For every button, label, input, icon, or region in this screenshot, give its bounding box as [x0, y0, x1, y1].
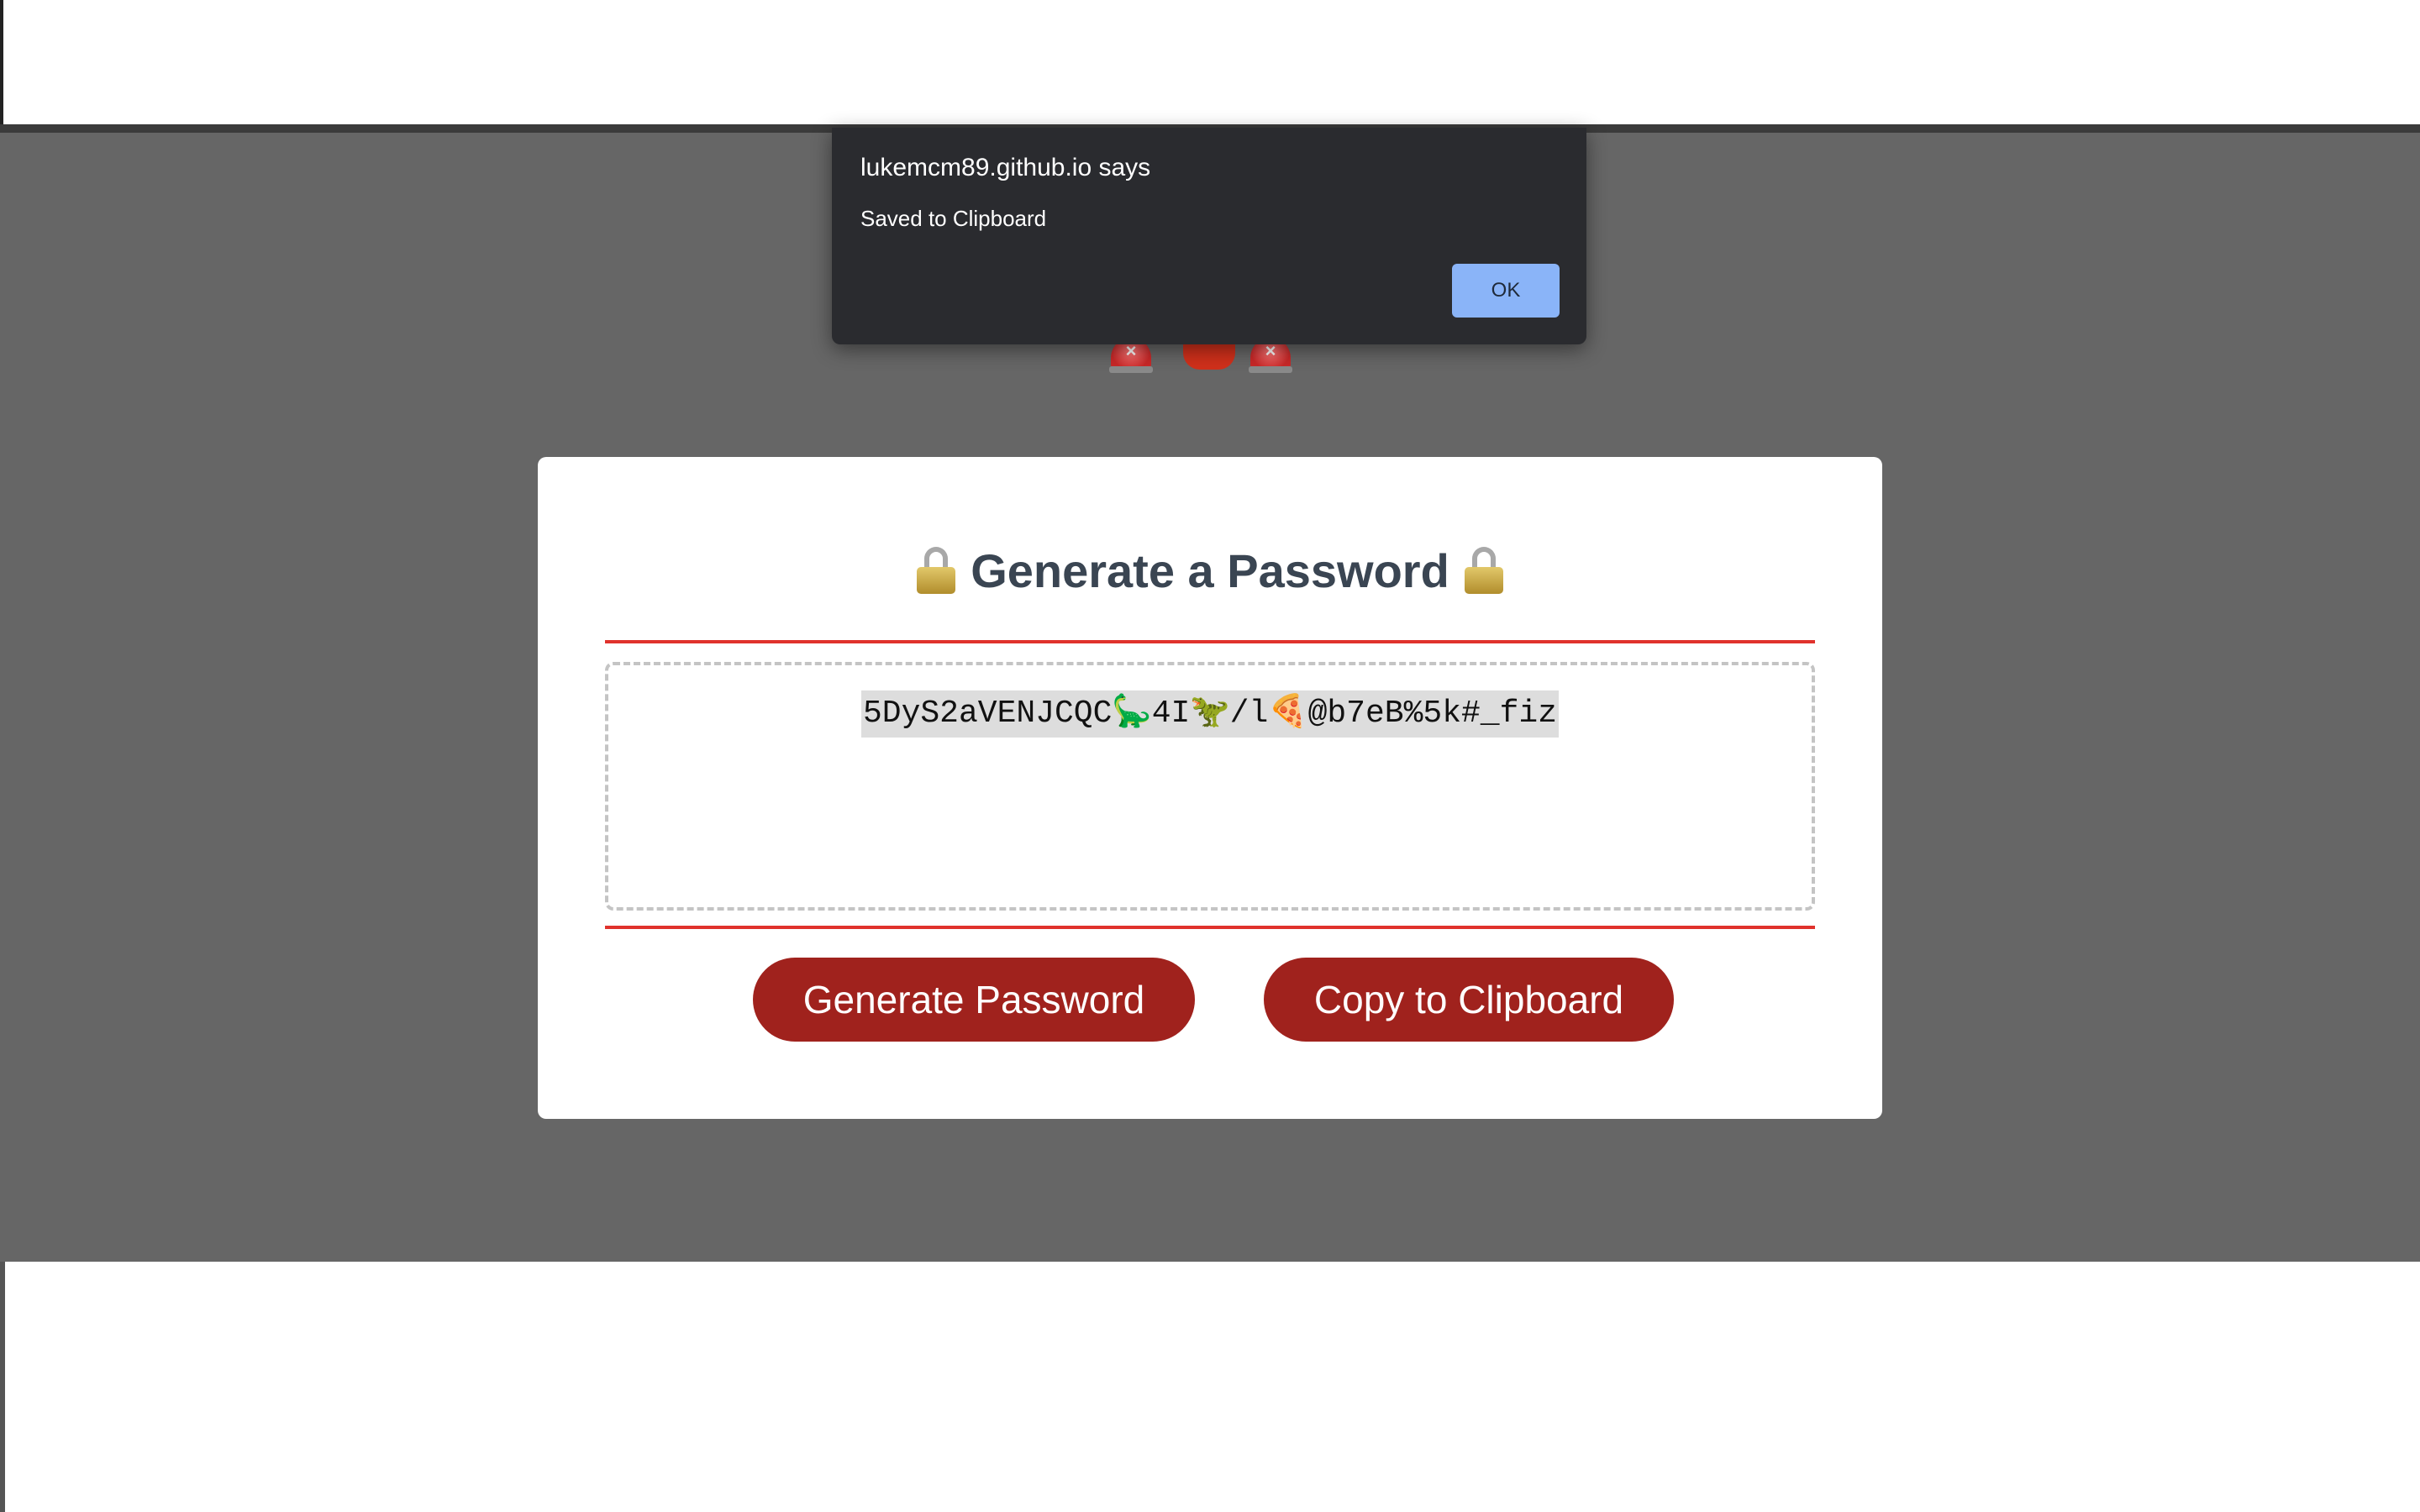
- alert-title: lukemcm89.github.io says: [860, 154, 1151, 181]
- copy-to-clipboard-button[interactable]: Copy to Clipboard: [1264, 958, 1674, 1042]
- generate-password-button[interactable]: Generate Password: [753, 958, 1195, 1042]
- browser-top-area: [0, 0, 2420, 126]
- top-rule: [605, 640, 1815, 643]
- browser-bottom-area: [0, 1262, 2420, 1512]
- password-output[interactable]: 5DyS2aVENJCQC🦕4I🦖/l🍕@b7eB%5k#_fiz: [605, 662, 1815, 911]
- password-text-wrapper: 5DyS2aVENJCQC🦕4I🦖/l🍕@b7eB%5k#_fiz: [608, 690, 1812, 738]
- alert-dialog: lukemcm89.github.io says Saved to Clipbo…: [832, 128, 1586, 344]
- bottom-rule: [605, 926, 1815, 929]
- password-text[interactable]: 5DyS2aVENJCQC🦕4I🦖/l🍕@b7eB%5k#_fiz: [860, 690, 1560, 738]
- password-card: Generate a Password 5DyS2aVENJCQC🦕4I🦖/l🍕…: [538, 457, 1882, 1119]
- lock-icon: [1464, 547, 1503, 594]
- alert-message: Saved to Clipboard: [860, 206, 1047, 231]
- alert-ok-button[interactable]: OK: [1452, 264, 1560, 318]
- page-title-text: Generate a Password: [971, 544, 1449, 597]
- lock-icon: [917, 547, 956, 594]
- page-title: Generate a Password: [538, 541, 1882, 601]
